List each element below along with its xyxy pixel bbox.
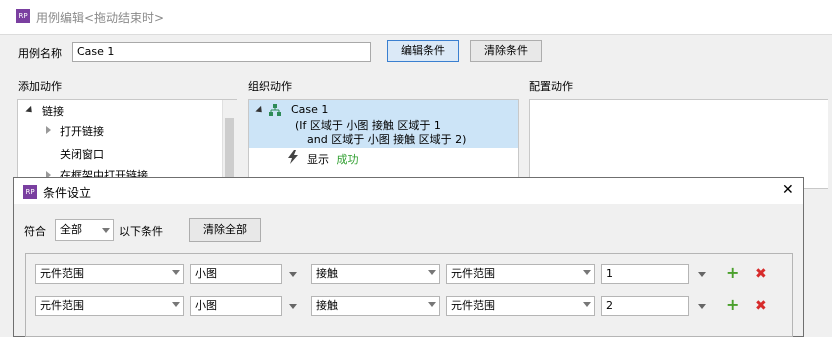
title-bar: RP 用例编辑<拖动结束时>	[0, 0, 832, 35]
add-action-header: 添加动作	[18, 80, 62, 93]
dialog-title: 条件设立	[43, 186, 92, 200]
tree-item-open-link[interactable]: 打开链接	[60, 123, 104, 139]
condition-target-scope-value: 元件范围	[451, 299, 495, 312]
condition-target-input[interactable]: 1	[601, 264, 689, 284]
configure-action-panel	[529, 99, 828, 189]
delete-condition-icon[interactable]: ✖	[755, 298, 767, 314]
collapse-arrow-icon[interactable]	[46, 126, 51, 134]
action-prefix: 显示	[307, 153, 329, 166]
condition-target-value: 2	[606, 299, 613, 312]
scrollbar-thumb[interactable]	[225, 118, 234, 178]
conditions-list: 元件范围 小图 接触 元件范围 1 + ✖ 元件范围 小图 接触 元件范围 2 …	[26, 254, 792, 336]
action-target: 成功	[336, 153, 359, 166]
clear-condition-button[interactable]: 清除条件	[470, 40, 542, 62]
chevron-down-icon[interactable]	[698, 272, 706, 277]
chevron-down-icon	[172, 270, 180, 275]
condition-operator-value: 接触	[316, 299, 338, 312]
match-select[interactable]: 全部	[55, 219, 114, 241]
condition-scope-value: 元件范围	[40, 299, 84, 312]
dialog-title-bar: RP 条件设立 ✕	[14, 178, 803, 204]
condition-target-scope-select[interactable]: 元件范围	[446, 264, 595, 284]
condition-scope-select[interactable]: 元件范围	[35, 296, 184, 316]
add-condition-icon[interactable]: +	[726, 265, 739, 281]
condition-scope-select[interactable]: 元件范围	[35, 264, 184, 284]
chevron-down-icon[interactable]	[289, 272, 297, 277]
chevron-down-icon	[172, 302, 180, 307]
delete-condition-icon[interactable]: ✖	[755, 266, 767, 282]
chevron-down-icon[interactable]	[698, 304, 706, 309]
condition-operator-select[interactable]: 接触	[311, 264, 440, 284]
action-item[interactable]: 显示 成功	[307, 151, 359, 167]
clear-all-button[interactable]: 清除全部	[189, 218, 261, 242]
axure-logo: RP	[23, 185, 37, 199]
organize-action-header: 组织动作	[248, 80, 292, 93]
chevron-down-icon[interactable]	[289, 304, 297, 309]
condition-target-input[interactable]: 2	[601, 296, 689, 316]
condition-widget-input[interactable]: 小图	[190, 264, 282, 284]
case-name-label: 用例名称	[18, 47, 62, 60]
match-suffix: 以下条件	[119, 225, 163, 238]
configure-action-header: 配置动作	[529, 80, 573, 93]
chevron-down-icon	[583, 302, 591, 307]
match-select-value: 全部	[60, 223, 82, 236]
tree-item-link[interactable]: 链接	[42, 103, 64, 119]
scrollbar[interactable]	[222, 100, 237, 188]
axure-logo: RP	[16, 9, 30, 23]
condition-target-scope-value: 元件范围	[451, 267, 495, 280]
organize-action-panel: Case 1 (If 区域于 小图 接触 区域于 1 and 区域于 小图 接触…	[248, 99, 519, 189]
case-title[interactable]: Case 1	[291, 103, 328, 116]
tree-item-close-window[interactable]: 关闭窗口	[60, 146, 104, 162]
condition-widget-input[interactable]: 小图	[190, 296, 282, 316]
chevron-down-icon	[428, 302, 436, 307]
chevron-down-icon	[102, 228, 110, 233]
condition-widget-value: 小图	[195, 299, 217, 312]
condition-target-value: 1	[606, 267, 613, 280]
condition-operator-value: 接触	[316, 267, 338, 280]
condition-target-scope-select[interactable]: 元件范围	[446, 296, 595, 316]
case-condition-line2: and 区域于 小图 接触 区域于 2)	[307, 133, 467, 146]
edit-condition-button[interactable]: 编辑条件	[387, 40, 459, 62]
window-title: 用例编辑<拖动结束时>	[36, 11, 165, 25]
condition-dialog: RP 条件设立 ✕ 符合 全部 以下条件 清除全部 元件范围 小图 接触 元件范…	[13, 177, 804, 337]
add-action-panel: 链接 打开链接 关闭窗口 在框架中打开链接	[17, 99, 237, 189]
lightning-icon	[288, 150, 298, 164]
condition-scope-value: 元件范围	[40, 267, 84, 280]
condition-operator-select[interactable]: 接触	[311, 296, 440, 316]
condition-widget-value: 小图	[195, 267, 217, 280]
conditions-panel: 元件范围 小图 接触 元件范围 1 + ✖ 元件范围 小图 接触 元件范围 2 …	[25, 253, 793, 337]
chevron-down-icon	[428, 270, 436, 275]
case-tree-icon	[269, 104, 281, 116]
add-condition-icon[interactable]: +	[726, 297, 739, 313]
expand-arrow-icon[interactable]	[25, 105, 35, 116]
close-icon[interactable]: ✕	[782, 182, 794, 198]
chevron-down-icon	[583, 270, 591, 275]
case-name-input[interactable]: Case 1	[72, 42, 371, 62]
match-label: 符合	[24, 225, 46, 238]
